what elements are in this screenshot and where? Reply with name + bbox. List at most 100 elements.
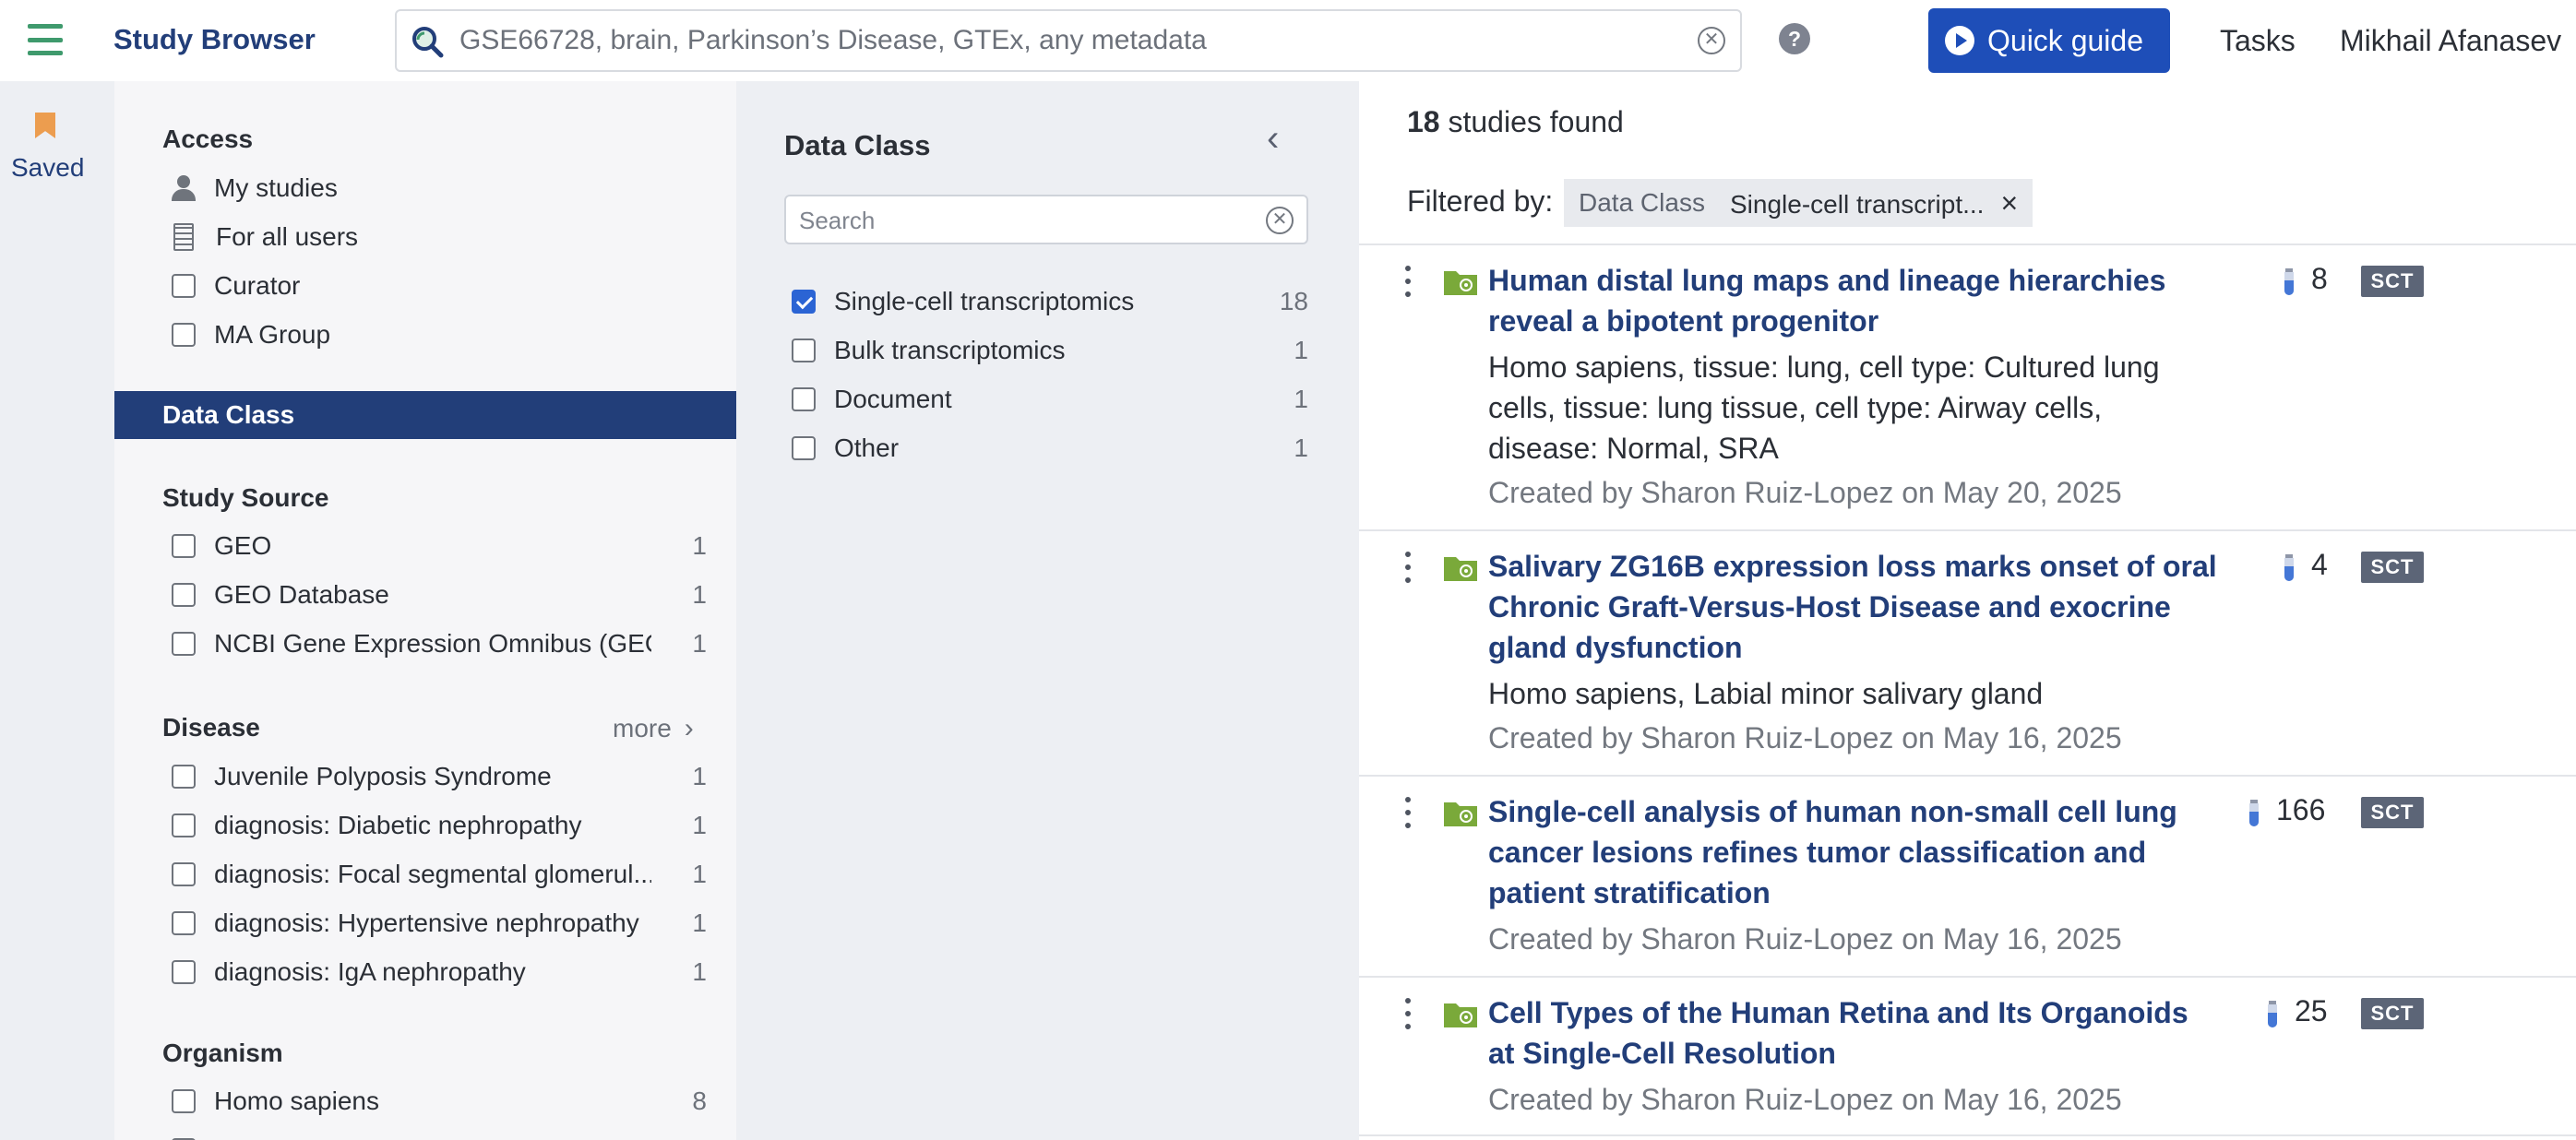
kebab-menu-icon[interactable] [1405,266,1413,297]
organism-homo-sapiens[interactable]: Homo sapiens 8 [172,1083,707,1120]
filter-checkbox[interactable] [172,960,196,984]
filter-chip-key: Data Class [1564,179,1720,227]
data-class-option[interactable]: Bulk transcriptomics 1 [792,332,1308,369]
filter-checkbox[interactable] [172,632,196,656]
bookmark-icon[interactable] [35,113,55,138]
filter-label: MA Group [214,320,331,349]
filter-label: diagnosis: Hypertensive nephropathy [214,908,639,937]
study-created: Created by Sharon Ruiz-Lopez on May 16, … [1488,1083,2122,1116]
filter-label: GEO [214,531,272,560]
curator-checkbox[interactable] [172,274,196,298]
ma-group-checkbox[interactable] [172,323,196,347]
data-class-badge: SCT [2361,266,2424,297]
close-icon[interactable]: × [2000,186,2018,220]
filter-count: 1 [692,957,707,986]
quick-guide-button[interactable]: Quick guide [1928,8,2170,73]
folder-icon [1444,802,1477,826]
study-source-ncbi-geo[interactable]: NCBI Gene Expression Omnibus (GEO) 1 [172,625,707,662]
hamburger-menu-icon[interactable] [28,24,63,55]
kebab-menu-icon[interactable] [1405,797,1413,828]
other-checkbox[interactable] [792,436,816,460]
search-icon [412,27,444,58]
filter-checkbox[interactable] [172,765,196,789]
filter-checkbox[interactable] [172,911,196,935]
study-created: Created by Sharon Ruiz-Lopez on May 20, … [1488,476,2122,509]
filter-checkbox[interactable] [172,1089,196,1113]
organism-heading: Organism [162,1039,283,1067]
study-title-link[interactable]: Salivary ZG16B expression loss marks ons… [1488,546,2217,668]
disease-item[interactable]: diagnosis: Hypertensive nephropathy 1 [172,905,707,942]
filter-label: Juvenile Polyposis Syndrome [214,762,552,790]
sample-count: 25 [2295,994,2328,1027]
data-class-title: Data Class [784,129,931,161]
study-title-link[interactable]: Human distal lung maps and lineage hiera… [1488,260,2217,341]
filter-checkbox[interactable] [172,534,196,558]
study-source-geo[interactable]: GEO 1 [172,528,707,564]
disease-item[interactable]: diagnosis: Focal segmental glomerul... 1 [172,856,707,893]
results-number: 18 [1407,105,1440,138]
data-class-search-input[interactable] [799,204,1242,237]
data-class-option[interactable]: Other 1 [792,430,1308,467]
person-icon [172,175,196,201]
kebab-menu-icon[interactable] [1405,552,1413,583]
data-class-search[interactable]: ✕ [784,195,1308,244]
tasks-link[interactable]: Tasks [2220,24,2296,58]
clear-search-icon[interactable]: ✕ [1698,27,1725,54]
filtered-by-label: Filtered by: [1407,184,1554,218]
filter-chip-value: Single-cell transcript... [1730,190,1985,219]
organism-item-partial[interactable] [172,1132,707,1140]
sample-count: 166 [2276,793,2326,826]
access-heading: Access [162,125,254,153]
data-class-badge: SCT [2361,797,2424,828]
test-tube-icon [2284,554,2294,581]
clear-search-icon[interactable]: ✕ [1266,207,1294,234]
filter-label: NCBI Gene Expression Omnibus (GEO) [214,629,651,658]
filter-count: 1 [692,629,707,658]
top-bar: Study Browser ✕ ? Quick guide Tasks Mikh… [0,0,2576,81]
kebab-menu-icon[interactable] [1405,998,1413,1029]
study-title-link[interactable]: Single-cell analysis of human non-small … [1488,791,2217,913]
divider [1359,1134,2576,1136]
filter-label: Curator [214,271,301,300]
folder-icon [1444,271,1477,295]
filter-count: 1 [692,908,707,937]
help-icon[interactable]: ? [1779,23,1810,54]
option-count: 18 [1279,287,1308,315]
access-ma-group[interactable]: MA Group [172,316,707,353]
data-class-option[interactable]: Single-cell transcriptomics 18 [792,283,1308,320]
results-count: 18 studies found [1407,105,1624,139]
chevron-left-icon[interactable]: ‹ [1267,118,1279,160]
saved-label[interactable]: Saved [11,153,84,183]
filter-chip[interactable]: Single-cell transcript... × [1715,179,2033,227]
bulk-checkbox[interactable] [792,338,816,362]
data-class-option[interactable]: Document 1 [792,381,1308,418]
data-class-filter-active[interactable]: Data Class [114,391,736,439]
single-cell-checkbox[interactable] [792,290,816,314]
user-menu[interactable]: Mikhail Afanasev [2340,24,2561,58]
access-my-studies[interactable]: My studies [172,170,707,207]
option-count: 1 [1294,433,1308,462]
study-title-link[interactable]: Cell Types of the Human Retina and Its O… [1488,992,2217,1074]
access-curator[interactable]: Curator [172,267,707,304]
divider [1359,529,2576,531]
data-class-badge: SCT [2361,998,2424,1029]
app-title[interactable]: Study Browser [113,23,316,56]
filter-checkbox[interactable] [172,813,196,837]
divider [1359,775,2576,777]
play-icon [1945,26,1974,55]
filter-checkbox[interactable] [172,862,196,886]
document-checkbox[interactable] [792,387,816,411]
filter-checkbox[interactable] [172,583,196,607]
filter-label: diagnosis: Focal segmental glomerul... [214,860,651,888]
global-search-input[interactable] [459,20,1659,61]
disease-item[interactable]: diagnosis: IgA nephropathy 1 [172,954,707,991]
disease-item[interactable]: diagnosis: Diabetic nephropathy 1 [172,807,707,844]
global-search[interactable]: ✕ [395,9,1742,72]
quick-guide-label: Quick guide [1987,23,2143,57]
study-source-geo-database[interactable]: GEO Database 1 [172,576,707,613]
option-label: Other [834,433,900,462]
disease-more-link[interactable]: more [613,713,694,744]
disease-item[interactable]: Juvenile Polyposis Syndrome 1 [172,758,707,795]
filter-label: Homo sapiens [214,1087,379,1115]
access-for-all-users[interactable]: For all users [172,219,707,255]
